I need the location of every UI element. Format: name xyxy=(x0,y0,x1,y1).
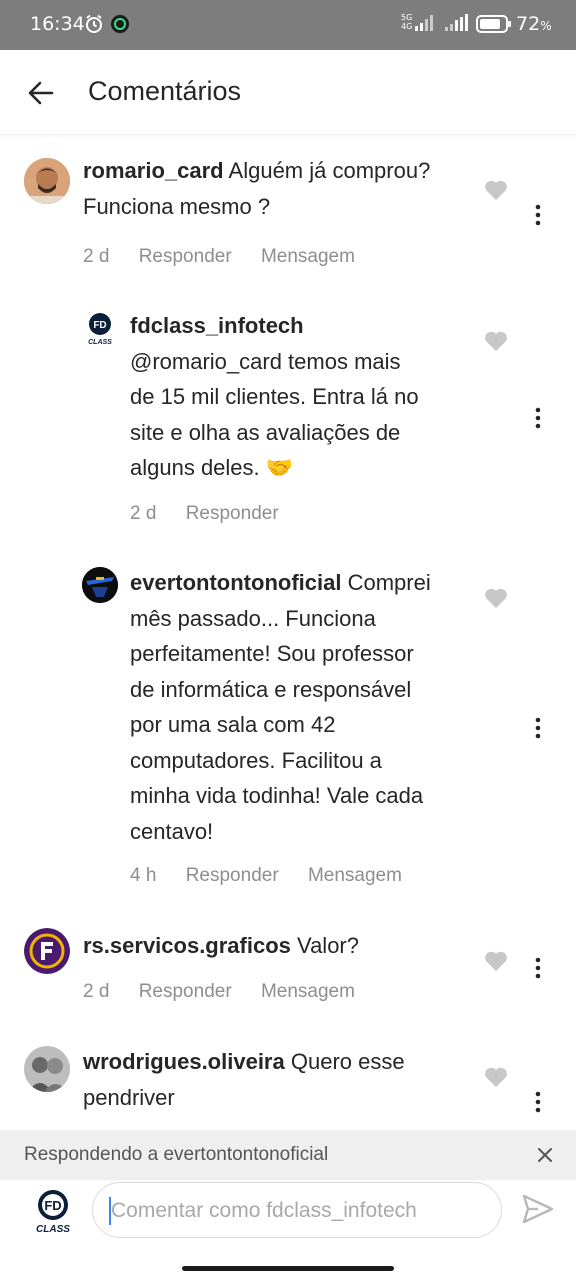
home-indicator xyxy=(182,1266,394,1271)
comment-text-line: centavo! xyxy=(130,818,214,844)
more-options-icon[interactable] xyxy=(535,407,541,429)
comment-meta: 2 d Responder Mensagem xyxy=(83,981,379,1003)
svg-text:CLASS: CLASS xyxy=(88,339,112,346)
comment-time: 2 d xyxy=(83,981,110,1002)
more-options-icon[interactable] xyxy=(535,204,541,226)
alarm-icon xyxy=(86,14,102,33)
svg-text:FD: FD xyxy=(44,1198,61,1213)
comment-text: Comprei xyxy=(347,570,431,595)
signal-secondary-icon xyxy=(445,14,468,31)
close-icon[interactable] xyxy=(536,1146,554,1164)
comment-text-line: alguns deles. 🤝 xyxy=(130,455,294,480)
reply-link[interactable]: Responder xyxy=(186,503,279,524)
back-arrow-icon[interactable] xyxy=(26,78,56,108)
comment-field-container xyxy=(92,1182,502,1238)
comment-time: 2 d xyxy=(130,503,157,524)
status-time: 16:34 xyxy=(30,13,85,35)
avatar[interactable] xyxy=(24,158,70,204)
like-heart-icon[interactable] xyxy=(484,950,508,972)
comment-text-line: minha vida todinha! Vale cada xyxy=(130,783,424,808)
avatar[interactable]: FD CLASS xyxy=(82,310,118,346)
comment-text-line: mês passado... Funciona xyxy=(130,605,376,631)
svg-text:FD: FD xyxy=(93,320,106,331)
user-photo-icon xyxy=(24,1046,70,1092)
comment-meta: 2 d Responder Mensagem xyxy=(83,246,379,268)
text-cursor xyxy=(109,1197,111,1225)
app-header: Comentários xyxy=(0,50,576,135)
like-heart-icon[interactable] xyxy=(484,587,508,609)
battery-percent: 72% xyxy=(516,13,552,35)
comment-time: 2 d xyxy=(83,246,110,267)
comment-username[interactable]: rs.servicos.graficos xyxy=(83,933,291,958)
more-options-icon[interactable] xyxy=(535,717,541,739)
comment-text-line: perfeitamente! Sou professor xyxy=(130,641,414,666)
comment-composer: FD CLASS xyxy=(0,1180,576,1280)
replying-to-text: Respondendo a evertontontonoficial xyxy=(24,1144,329,1165)
comment-meta: 4 h Responder Mensagem xyxy=(130,865,426,887)
like-heart-icon[interactable] xyxy=(484,179,508,201)
comment-text: Alguém já comprou? xyxy=(228,158,431,183)
comment-username[interactable]: fdclass_infotech xyxy=(130,313,304,338)
current-user-avatar: FD CLASS xyxy=(36,1190,70,1234)
comment-text: Valor? xyxy=(297,933,359,958)
replying-to-bar: Respondendo a evertontontonoficial xyxy=(0,1130,576,1180)
comment-username[interactable]: evertontontonoficial xyxy=(130,570,341,595)
comment-text-line: pendriver xyxy=(83,1084,175,1110)
reply-link[interactable]: Responder xyxy=(186,865,279,886)
reply-link[interactable]: Responder xyxy=(139,246,232,267)
comment-text-line: de 15 mil clientes. Entra lá no xyxy=(130,384,419,409)
comment-input[interactable] xyxy=(109,1195,493,1227)
reply-link[interactable]: Responder xyxy=(139,981,232,1002)
comment-text-line: @romario_card temos mais xyxy=(130,348,401,374)
user-photo-icon xyxy=(24,158,70,204)
like-heart-icon[interactable] xyxy=(484,330,508,352)
more-options-icon[interactable] xyxy=(535,1091,541,1113)
avatar[interactable] xyxy=(24,1046,70,1092)
rs-logo-icon xyxy=(24,928,70,974)
signal-icon xyxy=(415,15,433,31)
comment-username[interactable]: wrodrigues.oliveira xyxy=(83,1049,285,1074)
message-link[interactable]: Mensagem xyxy=(261,981,355,1002)
avatar[interactable] xyxy=(24,928,70,974)
more-options-icon[interactable] xyxy=(535,957,541,979)
comment-text-line: Funciona mesmo ? xyxy=(83,193,271,219)
comment-meta: 2 d Responder xyxy=(130,503,303,525)
svg-text:CLASS: CLASS xyxy=(36,1224,70,1234)
comment-text: Quero esse xyxy=(290,1049,405,1074)
fdclass-logo-icon: FD CLASS xyxy=(88,313,112,346)
like-heart-icon[interactable] xyxy=(484,1066,508,1088)
send-icon[interactable] xyxy=(522,1194,554,1224)
comment-username[interactable]: romario_card xyxy=(83,158,224,183)
comment-text-line: site e olha as avaliações de xyxy=(130,419,401,445)
comment-time: 4 h xyxy=(130,865,157,886)
battery-icon xyxy=(476,15,511,33)
status-bar: 16:34 5G 4G 72% xyxy=(0,0,576,50)
message-link[interactable]: Mensagem xyxy=(308,865,402,886)
network-indicator: 5G 4G xyxy=(401,13,413,31)
comment-text-line: por uma sala com 42 xyxy=(130,712,336,737)
page-title: Comentários xyxy=(88,76,242,106)
user-photo-icon xyxy=(82,567,118,603)
app-notification-icon xyxy=(111,15,129,33)
comment-text-line: de informática e responsável xyxy=(130,676,412,702)
message-link[interactable]: Mensagem xyxy=(261,246,355,267)
avatar[interactable] xyxy=(82,567,118,603)
comment-text-line: computadores. Facilitou a xyxy=(130,747,382,773)
